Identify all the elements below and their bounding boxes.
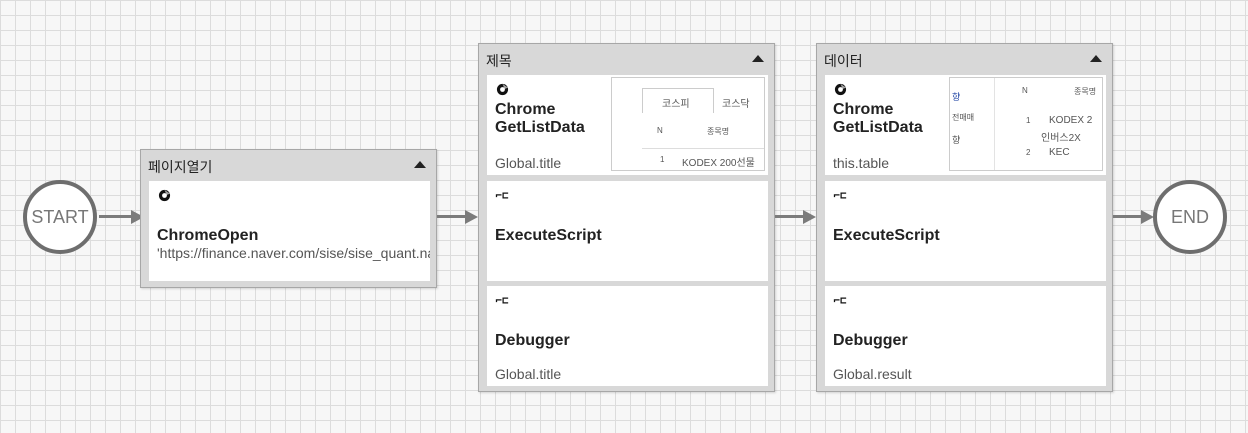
thumbnail-cell: 2: [1026, 148, 1031, 157]
arrow-icon: [465, 210, 478, 224]
activity-name: ExecuteScript: [833, 227, 940, 244]
thumbnail-cell: 1: [1026, 116, 1031, 125]
activity-name: Debugger: [833, 332, 908, 349]
thumbnail-cell: KODEX 200선물: [682, 158, 755, 169]
start-label: START: [31, 206, 89, 227]
thumbnail-header: N: [657, 126, 663, 135]
collapse-icon[interactable]: [752, 55, 764, 62]
thumbnail-tab: 코스닥: [722, 99, 750, 110]
activity-card-chrome-getlistdata[interactable]: Chrome GetListData this.table 향 전매매 향 N …: [825, 75, 1106, 175]
thumbnail-cell: KEC: [1049, 147, 1070, 158]
activity-name: ChromeOpen: [157, 227, 259, 244]
collapse-icon[interactable]: [414, 161, 426, 168]
activity-detail: Global.result: [833, 366, 912, 382]
connector-title-to-data: [775, 215, 805, 218]
chrome-icon: [157, 188, 171, 202]
activity-detail: Global.title: [495, 366, 562, 382]
end-label: END: [1170, 206, 1209, 227]
thumbnail-preview: 코스피 코스닥 N 종목명 1 KODEX 200선물: [611, 77, 765, 171]
script-icon: ⌐⊏: [833, 188, 847, 202]
script-icon: ⌐⊏: [833, 293, 847, 307]
script-icon: ⌐⊏: [495, 188, 509, 202]
thumbnail-preview: 향 전매매 향 N 종목명 1 KODEX 2 인버스2X 2 KEC: [949, 77, 1103, 171]
activity-detail: Global.title: [495, 155, 562, 171]
thumbnail-cell: 인버스2X: [1041, 133, 1081, 144]
activity-card-debugger[interactable]: ⌐⊏ Debugger Global.title: [487, 286, 768, 386]
activity-name: Debugger: [495, 332, 570, 349]
start-node[interactable]: START: [23, 180, 97, 254]
thumbnail-header: 종목명: [707, 127, 730, 136]
group-data-extract[interactable]: 데이터 Chrome GetListData this.table 향 전매매 …: [816, 43, 1113, 392]
thumbnail-cell: 전매매: [952, 113, 975, 122]
chrome-icon: [833, 82, 847, 96]
group-title: 제목: [486, 53, 512, 69]
activity-card-chrome-open[interactable]: ChromeOpen 'https://finance.naver.com/si…: [149, 181, 430, 281]
thumbnail-cell: 향: [952, 135, 961, 145]
activity-card-debugger[interactable]: ⌐⊏ Debugger Global.result: [825, 286, 1106, 386]
arrow-icon: [803, 210, 816, 224]
thumbnail-cell: KODEX 2: [1049, 115, 1093, 126]
thumbnail-tab: 코스피: [662, 99, 690, 110]
group-title: 데이터: [824, 53, 863, 69]
group-title: 페이지열기: [148, 159, 213, 175]
activity-card-execute-script[interactable]: ⌐⊏ ExecuteScript: [825, 181, 1106, 281]
end-node[interactable]: END: [1153, 180, 1227, 254]
thumbnail-cell: 향: [952, 92, 961, 102]
activity-card-execute-script[interactable]: ⌐⊏ ExecuteScript: [487, 181, 768, 281]
thumbnail-header: N: [1022, 86, 1028, 95]
activity-card-chrome-getlistdata[interactable]: Chrome GetListData Global.title 코스피 코스닥 …: [487, 75, 768, 175]
activity-name: Chrome GetListData: [495, 101, 585, 136]
connector-open-to-title: [437, 215, 467, 218]
thumbnail-header: 종목명: [1074, 87, 1097, 96]
chrome-icon: [495, 82, 509, 96]
group-title-extract[interactable]: 제목 Chrome GetListData Global.title 코스피 코…: [478, 43, 775, 392]
script-icon: ⌐⊏: [495, 293, 509, 307]
group-page-open[interactable]: 페이지열기 ChromeOpen 'https://finance.naver.…: [140, 149, 437, 288]
activity-name: Chrome GetListData: [833, 101, 923, 136]
activity-detail: this.table: [833, 155, 890, 171]
thumbnail-cell: 1: [660, 155, 665, 164]
activity-name: ExecuteScript: [495, 227, 602, 244]
connector-start-to-open: [99, 215, 133, 218]
collapse-icon[interactable]: [1090, 55, 1102, 62]
activity-detail: 'https://finance.naver.com/sise/sise_qua…: [157, 245, 430, 261]
connector-data-to-end: [1113, 215, 1143, 218]
